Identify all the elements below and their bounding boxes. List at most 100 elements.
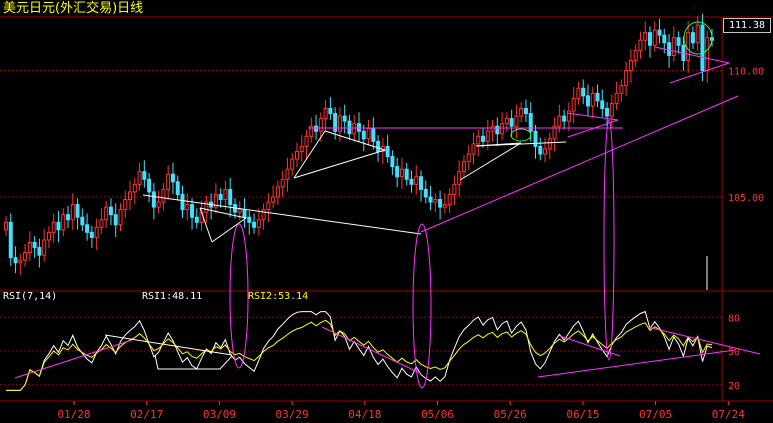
candle [27, 231, 32, 261]
candle [519, 102, 524, 123]
candle [481, 127, 486, 148]
time-tick-label: 03/09 [203, 408, 236, 421]
candle [438, 190, 443, 220]
candle [190, 198, 195, 230]
candle [428, 185, 433, 211]
candle [504, 112, 509, 133]
candle [500, 112, 505, 141]
candle [261, 203, 266, 231]
candle [705, 31, 710, 83]
candlestick-series [4, 13, 714, 276]
candle [342, 104, 347, 134]
candle [609, 94, 614, 129]
candle [547, 132, 552, 160]
candle [676, 31, 681, 54]
candle [562, 109, 567, 130]
candle [442, 193, 447, 214]
candle [237, 200, 242, 221]
time-tick-label: 07/05 [639, 408, 672, 421]
candle [128, 180, 133, 210]
time-tick-label: 03/29 [276, 408, 309, 421]
candle [275, 180, 280, 206]
candle [180, 185, 185, 218]
candle [242, 198, 247, 228]
candle [576, 81, 581, 105]
candle [395, 157, 400, 188]
candle [552, 117, 557, 152]
rsi-tick-label: 80 [728, 313, 740, 324]
candle [66, 205, 71, 229]
candle [366, 119, 371, 146]
may-support-line [475, 141, 567, 147]
candle [271, 185, 276, 209]
candle [223, 180, 228, 210]
candle [357, 112, 361, 142]
candle [137, 162, 142, 191]
candle [695, 16, 700, 52]
candle [390, 150, 395, 175]
time-tick-label: 04/18 [348, 408, 381, 421]
candle [151, 183, 156, 220]
candle [8, 213, 13, 267]
candle [75, 198, 80, 230]
candle [132, 178, 137, 205]
candle [533, 124, 538, 159]
candle [32, 236, 37, 258]
candle [85, 213, 90, 241]
rsi-downtrend-may [321, 326, 421, 374]
candle [70, 193, 75, 231]
triangle-march [199, 207, 248, 243]
candle [252, 213, 257, 234]
candle [633, 44, 638, 67]
chart-canvas[interactable]: 105.00 110.00 80 50 20 01/28 02/17 03/09 03/29… [0, 0, 773, 423]
candle [147, 172, 152, 203]
candle [280, 170, 285, 198]
candle [299, 135, 304, 162]
candle [404, 162, 409, 186]
candle [266, 193, 271, 223]
time-tick-label: 07/24 [712, 408, 745, 421]
candle [585, 84, 590, 117]
candle [667, 33, 672, 68]
candle [104, 200, 109, 229]
candle [433, 193, 438, 213]
candle [18, 253, 23, 276]
candle [600, 89, 605, 117]
candle [690, 26, 695, 50]
rsi-tick-label: 20 [728, 381, 740, 392]
candle [447, 188, 452, 213]
candle [385, 135, 390, 163]
candle [80, 208, 85, 232]
candle [523, 99, 528, 122]
candle [4, 215, 8, 237]
candle [595, 84, 600, 108]
rsi-indicator-label[interactable]: RSI(7,14) [3, 291, 57, 303]
candle [328, 97, 333, 120]
candle [490, 119, 495, 142]
candle [452, 175, 457, 205]
rsi2-value: RSI2:53.14 [248, 291, 309, 302]
time-tick-label: 05/26 [494, 408, 527, 421]
candle [304, 129, 309, 159]
candle [42, 228, 47, 262]
candle [170, 162, 175, 195]
candle [347, 114, 352, 141]
candle [619, 79, 624, 102]
time-tick-label: 06/15 [566, 408, 599, 421]
candle [566, 102, 571, 132]
candle [256, 208, 261, 236]
candle [89, 226, 94, 248]
candle [113, 203, 118, 238]
candle [161, 183, 166, 211]
time-tick-label: 02/17 [130, 408, 163, 421]
candle [476, 129, 481, 157]
candle [314, 114, 319, 140]
candle [61, 208, 66, 237]
candle [457, 160, 462, 197]
rsi-trendline-2 [104, 334, 233, 356]
price-tick-label: 105.00 [728, 193, 764, 204]
candle [671, 26, 676, 62]
rsi-axis: 80 50 20 [728, 313, 740, 392]
candle [686, 21, 691, 73]
candle [657, 18, 662, 44]
